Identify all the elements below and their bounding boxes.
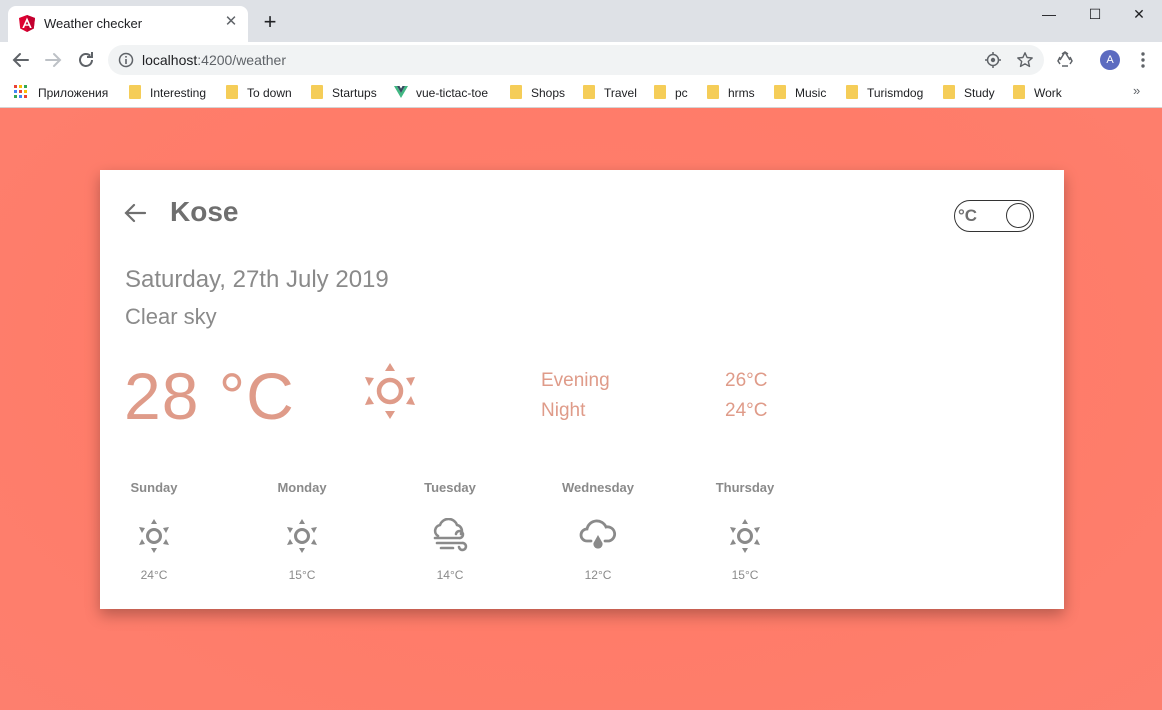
browser-toolbar: localhost:4200/weather A <box>0 42 1162 78</box>
sun-icon <box>287 519 317 553</box>
folder-icon <box>654 85 666 99</box>
day-part-label: Evening <box>541 370 610 391</box>
bookmarks-bar: Приложения Interesting To down Startups … <box>0 78 1162 108</box>
profile-avatar[interactable]: A <box>1100 50 1120 70</box>
current-temperature: 28 °C <box>124 359 295 433</box>
bookmark-label: Shops <box>531 86 566 100</box>
extension-recycle-icon[interactable] <box>1055 50 1075 70</box>
wind-cloud-icon <box>433 518 468 552</box>
reload-icon[interactable] <box>73 47 99 73</box>
new-tab-button[interactable]: + <box>260 11 280 33</box>
forecast-day-name: Thursday <box>715 480 775 495</box>
forecast-temp: 15°C <box>731 568 759 582</box>
folder-icon <box>774 85 786 99</box>
tab-close-icon[interactable]: ✕ <box>222 13 240 31</box>
folder-icon <box>510 85 522 99</box>
day-part-label: Night <box>541 400 586 421</box>
folder-icon <box>226 85 238 99</box>
unit-toggle-label: °C <box>958 206 978 225</box>
forecast-day-name: Sunday <box>130 480 178 495</box>
forecast-temp: 24°C <box>140 568 168 582</box>
tab-title: Weather checker <box>44 16 143 31</box>
bookmarks-overflow-button[interactable]: » <box>1133 83 1140 98</box>
bookmark-star-icon[interactable] <box>1016 51 1034 69</box>
maximize-button[interactable]: ☐ <box>1072 0 1118 28</box>
toggle-knob <box>1006 203 1031 228</box>
location-target-icon[interactable] <box>984 51 1002 69</box>
current-date: Saturday, 27th July 2019 <box>125 266 389 293</box>
bookmark-label: To down <box>247 86 292 100</box>
day-part-temp: 26°C <box>725 370 768 391</box>
url-text: localhost:4200/weather <box>142 52 286 68</box>
bookmark-label: Travel <box>604 86 637 100</box>
forecast-day-name: Wednesday <box>561 480 634 495</box>
forecast-day-name: Monday <box>277 480 327 495</box>
folder-icon <box>583 85 595 99</box>
forward-arrow-icon[interactable] <box>40 47 66 73</box>
menu-dots-icon[interactable] <box>1133 50 1153 70</box>
browser-titlebar: Weather checker ✕ + — ☐ ✕ <box>0 0 1162 42</box>
weather-description: Clear sky <box>125 304 217 329</box>
sun-icon <box>365 363 415 419</box>
apps-grid-icon <box>14 85 27 98</box>
forecast-day: Monday 15°C <box>247 480 357 582</box>
forecast-temp: 15°C <box>288 568 316 582</box>
page-background: Kose °C Saturday, 27th July 2019 Clear s… <box>0 108 1162 710</box>
info-icon[interactable] <box>118 52 134 68</box>
angular-logo-icon <box>19 15 35 32</box>
day-part-temp: 24°C <box>725 400 768 421</box>
folder-icon <box>943 85 955 99</box>
forecast-day: Sunday 24°C <box>99 480 209 582</box>
back-arrow-icon[interactable] <box>8 47 34 73</box>
forecast-day: Wednesday 12°C <box>543 480 653 582</box>
address-bar[interactable]: localhost:4200/weather <box>108 45 1044 75</box>
bookmark-label: Приложения <box>38 86 109 100</box>
forecast-temp: 12°C <box>584 568 612 582</box>
folder-icon <box>846 85 858 99</box>
unit-toggle[interactable]: °C <box>954 200 1034 232</box>
back-arrow-icon[interactable] <box>122 200 148 226</box>
forecast-day-name: Tuesday <box>424 480 476 495</box>
bookmark-label: hrms <box>728 86 755 100</box>
forecast-day: Tuesday 14°C <box>395 480 505 582</box>
close-window-button[interactable]: ✕ <box>1116 0 1162 28</box>
bookmark-label: Interesting <box>150 86 207 100</box>
bookmark-label: Startups <box>332 86 377 100</box>
bookmark-label: Turismdog <box>867 86 924 100</box>
weather-card: Kose °C Saturday, 27th July 2019 Clear s… <box>100 170 1064 609</box>
bookmark-label: Study <box>964 86 995 100</box>
city-name: Kose <box>170 196 239 227</box>
folder-icon <box>1013 85 1025 99</box>
forecast-day: Thursday 15°C <box>690 480 800 582</box>
folder-icon <box>129 85 141 99</box>
sun-icon <box>730 519 760 553</box>
sun-icon <box>139 519 169 553</box>
bookmark-label: vue-tictac-toe <box>416 86 489 100</box>
bookmark-label: Music <box>795 86 827 100</box>
vue-icon <box>394 86 408 98</box>
folder-icon <box>311 85 323 99</box>
bookmark-label: pc <box>675 86 688 100</box>
browser-tab[interactable]: Weather checker ✕ <box>8 6 248 42</box>
forecast-temp: 14°C <box>436 568 464 582</box>
minimize-button[interactable]: — <box>1026 0 1072 28</box>
folder-icon <box>707 85 719 99</box>
bookmark-label: Work <box>1034 86 1062 100</box>
rain-cloud-icon <box>579 519 617 549</box>
